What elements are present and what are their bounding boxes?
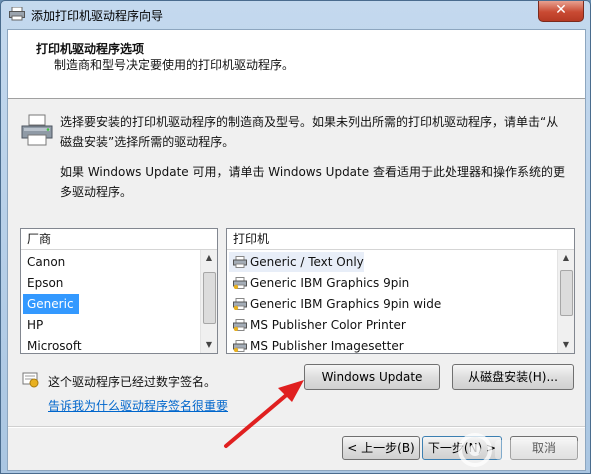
printer-model-list[interactable]: 打印机 Generic / Text Only Generic IBM Grap… [226,228,575,354]
manufacturer-item-epson[interactable]: Epson [23,273,63,293]
manufacturer-item-generic[interactable]: Generic [23,294,79,314]
signature-status: 这个驱动程序已经过数字签名。 [48,375,217,389]
printer-item-label: MS Publisher Imagesetter [250,339,404,353]
manufacturer-list-header: 厂商 [21,229,217,250]
scroll-up-icon[interactable]: ▲ [558,250,574,266]
page-subtitle: 制造商和型号决定要使用的打印机驱动程序。 [54,58,295,72]
manufacturer-item-hp[interactable]: HP [23,315,43,335]
windows-update-button[interactable]: Windows Update [304,364,440,390]
wizard-header: 打印机驱动程序选项 制造商和型号决定要使用的打印机驱动程序。 [8,30,585,99]
title-bar[interactable]: 添加打印机驱动程序向导 ✕ [1,1,590,29]
printer-item-label: MS Publisher Color Printer [250,318,406,332]
signed-printer-icon [233,277,247,289]
scroll-down-icon[interactable]: ▼ [201,337,217,353]
digital-signature-icon [22,372,39,388]
instruction-text: 选择要安装的打印机驱动程序的制造商及型号。如果未列出所需的打印机驱动程序，请单击… [60,115,559,149]
manufacturer-item-microsoft[interactable]: Microsoft [23,336,82,353]
printer-icon [21,114,53,146]
watermark-logo [458,433,579,467]
scroll-up-icon[interactable]: ▲ [201,250,217,266]
back-button[interactable]: < 上一步(B) [342,436,420,460]
wizard-content: 打印机驱动程序选项 制造商和型号决定要使用的打印机驱动程序。 选择要安装的打印机… [7,29,586,471]
printer-item[interactable]: MS Publisher Color Printer [229,315,406,335]
printer-scrollbar[interactable]: ▲ ▼ [557,250,574,353]
signed-printer-icon [233,319,247,331]
printer-item[interactable]: Generic IBM Graphics 9pin [229,273,409,293]
printer-icon [9,7,25,21]
window-title: 添加打印机驱动程序向导 [31,9,164,23]
signed-printer-icon [233,340,247,352]
windows-update-hint: 如果 Windows Update 可用，请单击 Windows Update … [60,165,565,199]
scrollbar-thumb[interactable] [203,272,216,324]
divider [8,426,585,428]
printer-item[interactable]: Generic / Text Only [229,252,364,272]
have-disk-button[interactable]: 从磁盘安装(H)... [452,364,574,390]
manufacturer-list[interactable]: 厂商 Canon Epson Generic HP Microsoft ▲ ▼ [20,228,218,354]
signed-printer-icon [233,298,247,310]
manufacturer-scrollbar[interactable]: ▲ ▼ [200,250,217,353]
printer-item-label: Generic IBM Graphics 9pin [250,276,410,290]
printer-list-header: 打印机 [227,229,574,250]
manufacturer-item-canon[interactable]: Canon [23,252,65,272]
wizard-window: 添加打印机驱动程序向导 ✕ 打印机驱动程序选项 制造商和型号决定要使用的打印机驱… [0,0,591,474]
printer-item[interactable]: MS Publisher Imagesetter [229,336,404,353]
printer-item-label: Generic / Text Only [250,255,364,269]
scroll-down-icon[interactable]: ▼ [558,337,574,353]
close-button[interactable]: ✕ [538,1,584,22]
printer-icon [233,256,247,268]
printer-item[interactable]: Generic IBM Graphics 9pin wide [229,294,441,314]
scrollbar-thumb[interactable] [560,270,573,316]
page-title: 打印机驱动程序选项 [36,42,145,56]
printer-item-label: Generic IBM Graphics 9pin wide [250,297,442,311]
signature-info-link[interactable]: 告诉我为什么驱动程序签名很重要 [48,397,228,414]
